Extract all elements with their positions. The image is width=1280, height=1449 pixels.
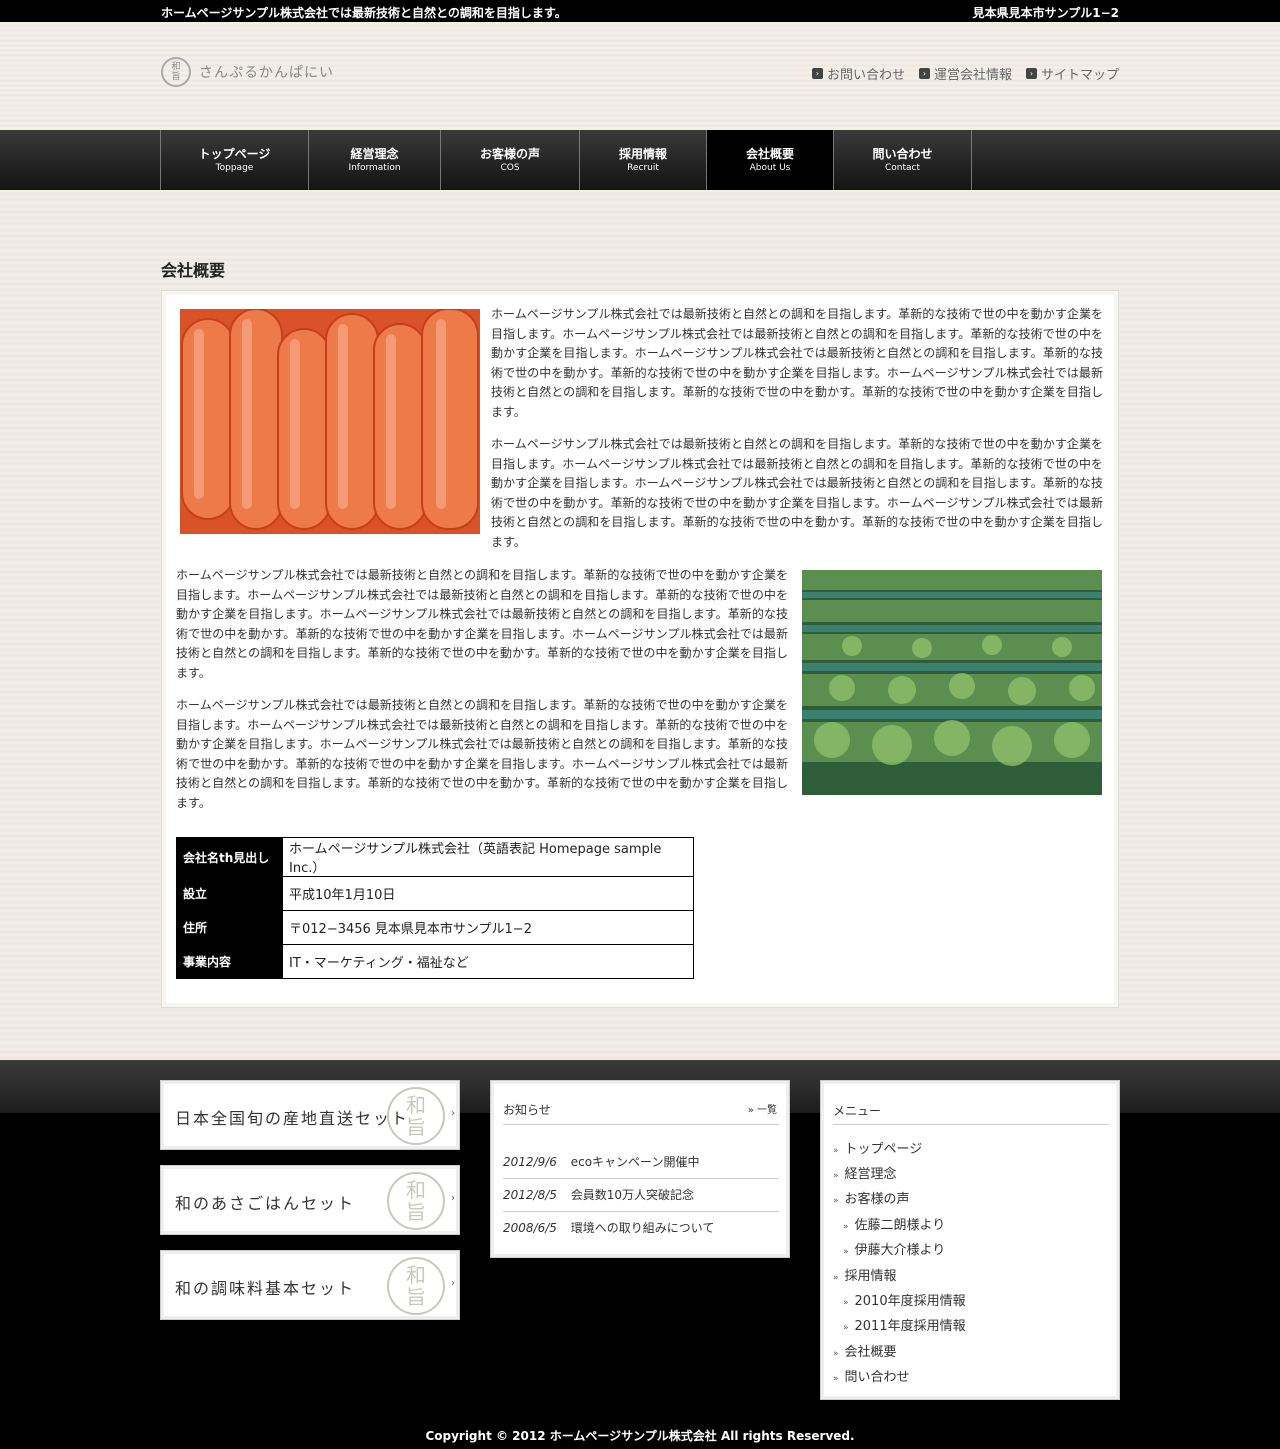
footer-menu-panel: メニュー » トップページ » 経営理念 » お客様の声 » 佐藤二朗様より » 伊藤大介… <box>820 1080 1120 1400</box>
banner-label: 和の調味料基本セット <box>175 1279 356 1298</box>
menu-item-sato[interactable]: » 佐藤二朗様より <box>843 1214 945 1233</box>
banner-seasoning-set[interactable]: 和の調味料基本セット 和 旨 › <box>160 1250 460 1320</box>
header-link-sitemap[interactable]: › サイトマップ <box>1025 64 1119 83</box>
body-paragraph: ホームページサンプル株式会社では最新技術と自然との調和を目指します。革新的な技術… <box>491 307 1103 419</box>
news-text: 会員数10万人突破記念 <box>570 1188 695 1202</box>
chevron-right-icon: › <box>451 1108 455 1119</box>
chevron-right-icon: › <box>451 1193 455 1204</box>
arrow-square-icon: › <box>811 68 823 79</box>
seal-icon: 和 旨 <box>387 1257 445 1315</box>
divider <box>503 1211 779 1212</box>
menu-item-philosophy[interactable]: » 経営理念 <box>833 1163 897 1182</box>
nav-item-recruit[interactable]: 採用情報 Recruit <box>580 130 707 190</box>
menu-item-ito[interactable]: » 伊藤大介様より <box>843 1239 945 1258</box>
nav-item-information[interactable]: 経営理念 Information <box>309 130 441 190</box>
divider <box>503 1178 779 1179</box>
chevron-right-icon: » <box>833 1146 839 1156</box>
mentaiko-photo <box>180 309 480 534</box>
divider <box>503 1124 779 1125</box>
page-title: 会社概要 <box>161 261 226 280</box>
logo-seal-icon: 和 旨 <box>161 57 191 87</box>
news-date: 2008/6/5 <box>503 1221 557 1235</box>
banner-seasonal-set[interactable]: 日本全国旬の産地直送セット 和 旨 › <box>160 1080 460 1150</box>
chevron-right-icon: › <box>451 1278 455 1289</box>
news-more-link[interactable]: » 一覧 <box>748 1101 777 1116</box>
top-bar: ホームページサンプル株式会社では最新技術と自然との調和を目指します。 見本県見本… <box>0 0 1280 22</box>
chevron-right-icon: » <box>833 1374 839 1384</box>
menu-item-recruit[interactable]: » 採用情報 <box>833 1265 897 1284</box>
seal-icon: 和 旨 <box>387 1172 445 1230</box>
table-header-cell: 事業内容 <box>176 944 283 979</box>
news-date: 2012/9/6 <box>503 1155 557 1169</box>
body-paragraph: ホームページサンプル株式会社では最新技術と自然との調和を目指します。革新的な技術… <box>176 698 788 810</box>
chevron-right-icon: » <box>833 1273 839 1283</box>
news-text: 環境への取り組みについて <box>570 1221 715 1235</box>
divider <box>833 1124 1109 1125</box>
table-header-cell: 会社名th見出し <box>176 837 283 877</box>
nav-item-contact[interactable]: 問い合わせ Contact <box>834 130 972 190</box>
header-links: › お問い合わせ › 運営会社情報 › サイトマップ <box>811 64 1119 83</box>
site-header: 和 旨 さんぷるかんぱにい › お問い合わせ › 運営会社情報 › サイトマップ <box>0 22 1280 130</box>
seal-icon: 和 旨 <box>387 1087 445 1145</box>
table-cell: IT・マーケティング・福祉など <box>282 944 694 979</box>
chevron-right-icon: » <box>843 1323 849 1333</box>
double-chevron-icon: » <box>747 1105 757 1116</box>
news-text: ecoキャンペーン開催中 <box>570 1155 700 1169</box>
chevron-right-icon: » <box>833 1196 839 1206</box>
table-cell: 〒012−3456 見本県見本市サンプル1−2 <box>282 910 694 945</box>
copyright: Copyright © 2012 ホームページサンプル株式会社 All righ… <box>425 1429 855 1443</box>
menu-item-toppage[interactable]: » トップページ <box>833 1138 922 1157</box>
header-link-contact[interactable]: › お問い合わせ <box>811 64 905 83</box>
nav-item-about-us[interactable]: 会社概要 About Us <box>707 130 834 190</box>
site-tagline: ホームページサンプル株式会社では最新技術と自然との調和を目指します。 <box>161 6 567 20</box>
menu-item-recruit-2010[interactable]: » 2010年度採用情報 <box>843 1290 966 1309</box>
news-date: 2012/8/5 <box>503 1188 557 1202</box>
menu-item-about[interactable]: » 会社概要 <box>833 1341 897 1360</box>
arrow-square-icon: › <box>918 68 930 79</box>
news-title: お知らせ <box>503 1103 551 1117</box>
banner-label: 和のあさごはんセット <box>175 1194 356 1213</box>
table-row: 住所 〒012−3456 見本県見本市サンプル1−2 <box>176 910 694 945</box>
chevron-right-icon: » <box>833 1171 839 1181</box>
table-cell: ホームページサンプル株式会社（英語表記 Homepage sample Inc.… <box>282 837 694 877</box>
menu-item-recruit-2011[interactable]: » 2011年度採用情報 <box>843 1315 966 1334</box>
chevron-right-icon: » <box>843 1222 849 1232</box>
vegetable-field-photo <box>802 570 1102 795</box>
menu-item-contact[interactable]: » 問い合わせ <box>833 1366 910 1385</box>
table-row: 設立 平成10年1月10日 <box>176 876 694 911</box>
banner-breakfast-set[interactable]: 和のあさごはんセット 和 旨 › <box>160 1165 460 1235</box>
table-header-cell: 設立 <box>176 876 283 911</box>
chevron-right-icon: » <box>843 1247 849 1257</box>
table-header-cell: 住所 <box>176 910 283 945</box>
news-item[interactable]: 2012/9/6 ecoキャンペーン開催中 <box>503 1153 699 1170</box>
content-box: ホームページサンプル株式会社では最新技術と自然との調和を目指します。革新的な技術… <box>161 290 1119 1008</box>
arrow-square-icon: › <box>1025 68 1037 79</box>
chevron-right-icon: » <box>843 1298 849 1308</box>
global-nav: トップページ Toppage 経営理念 Information お客様の声 CO… <box>0 130 1280 190</box>
nav-item-cos[interactable]: お客様の声 COS <box>441 130 580 190</box>
menu-title: メニュー <box>833 1104 882 1118</box>
site-logo[interactable]: 和 旨 さんぷるかんぱにい <box>161 57 334 87</box>
header-link-company[interactable]: › 運営会社情報 <box>918 64 1012 83</box>
news-item[interactable]: 2008/6/5 環境への取り組みについて <box>503 1219 714 1236</box>
table-row: 会社名th見出し ホームページサンプル株式会社（英語表記 Homepage sa… <box>176 837 694 877</box>
news-item[interactable]: 2012/8/5 会員数10万人突破記念 <box>503 1186 694 1203</box>
company-info-table: 会社名th見出し ホームページサンプル株式会社（英語表記 Homepage sa… <box>176 837 694 979</box>
body-paragraph: ホームページサンプル株式会社では最新技術と自然との調和を目指します。革新的な技術… <box>176 568 788 680</box>
nav-item-toppage[interactable]: トップページ Toppage <box>161 130 309 190</box>
table-cell: 平成10年1月10日 <box>282 876 694 911</box>
news-panel: お知らせ » 一覧 2012/9/6 ecoキャンペーン開催中 2012/8/5… <box>490 1080 790 1258</box>
body-paragraph: ホームページサンプル株式会社では最新技術と自然との調和を目指します。革新的な技術… <box>491 437 1103 549</box>
table-row: 事業内容 IT・マーケティング・福祉など <box>176 944 694 979</box>
site-address: 見本県見本市サンプル1−2 <box>972 6 1119 20</box>
chevron-right-icon: » <box>833 1349 839 1359</box>
logo-text: さんぷるかんぱにい <box>199 65 334 81</box>
banner-label: 日本全国旬の産地直送セット <box>175 1109 410 1128</box>
menu-item-voice[interactable]: » お客様の声 <box>833 1188 910 1207</box>
